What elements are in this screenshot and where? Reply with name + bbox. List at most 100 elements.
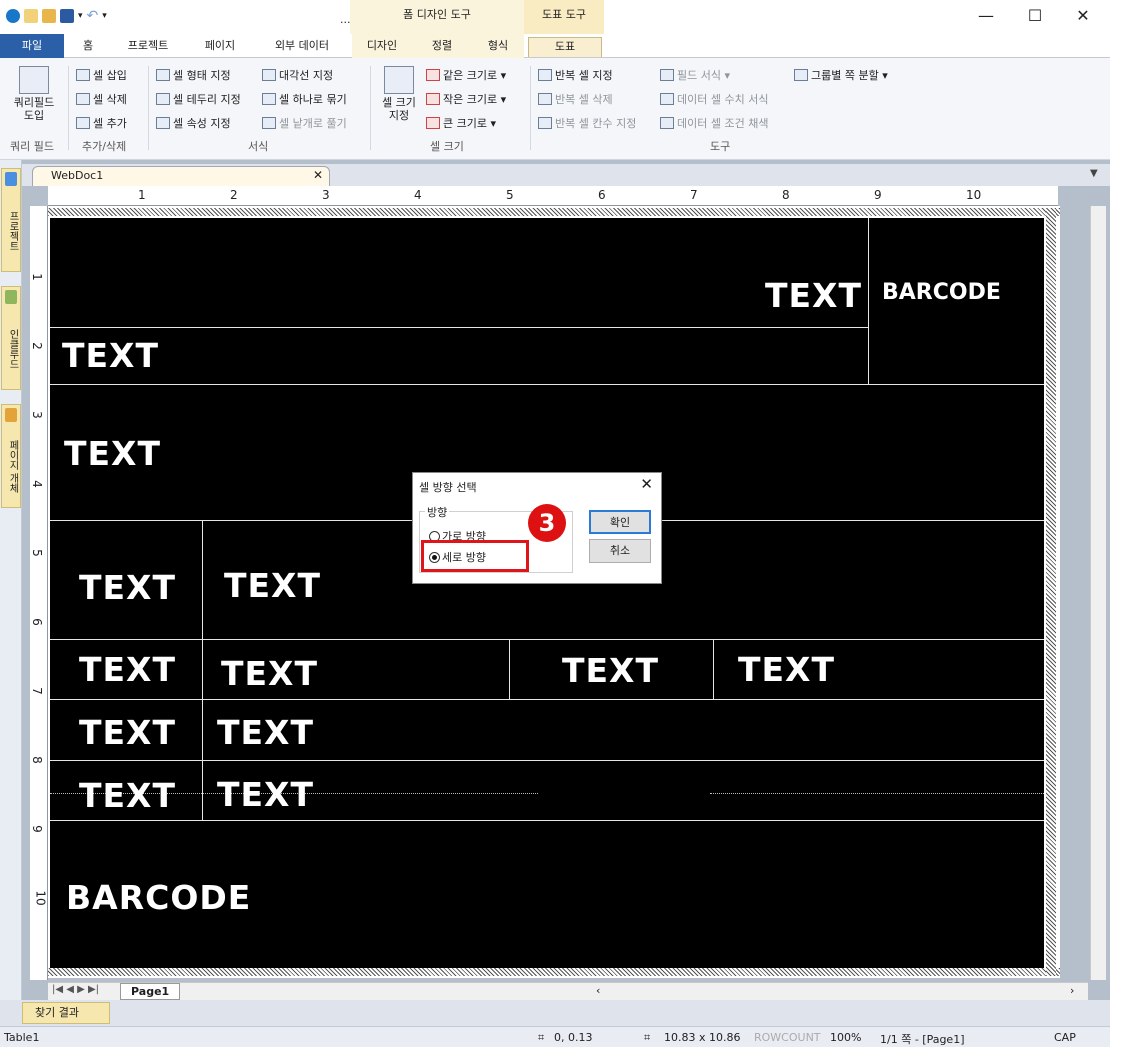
left-panel-bar: 프로젝트 인클루드 페이지 개체 — [0, 160, 22, 1000]
group-page-split-button[interactable]: 그룹별 쪽 분할 ▾ — [794, 67, 888, 83]
split-cells-icon — [262, 117, 276, 129]
page-tab[interactable]: Page1 — [120, 983, 181, 1000]
add-cell-button[interactable]: 셀 추가 — [76, 115, 127, 131]
ok-button[interactable]: 확인 — [589, 510, 651, 534]
page-nav-icons[interactable]: |◀ ◀ ▶ ▶| — [52, 984, 99, 995]
cell-text[interactable]: TEXT — [217, 713, 314, 752]
customize-toolbar-icon[interactable]: ▾ — [102, 11, 107, 21]
tab-file[interactable]: 파일 — [0, 34, 64, 58]
tab-page[interactable]: 페이지 — [192, 37, 248, 57]
grid-line — [509, 639, 510, 699]
cell-shape-button[interactable]: 셀 형태 지정 — [156, 67, 231, 83]
query-field-button[interactable]: 쿼리필드 도입 — [6, 66, 62, 122]
cell-text[interactable]: TEXT — [79, 776, 176, 815]
cell-barcode-large[interactable]: BARCODE — [66, 878, 251, 917]
repeat-count-label: 반복 셀 칸수 지정 — [555, 117, 637, 130]
close-document-icon[interactable]: ✕ — [313, 168, 323, 182]
open-folder-icon[interactable] — [42, 9, 56, 23]
dialog-close-icon[interactable]: ✕ — [640, 475, 653, 493]
table-canvas[interactable] — [50, 218, 1044, 968]
page-objects-icon — [5, 408, 17, 422]
conditional-color-button[interactable]: 데이터 셀 조건 채색 — [660, 115, 768, 131]
cell-text[interactable]: TEXT — [79, 650, 176, 689]
numeric-format-button[interactable]: 데이터 셀 수치 서식 — [660, 91, 768, 107]
minimize-icon[interactable]: — — [971, 6, 1001, 25]
cell-text[interactable]: TEXT — [79, 568, 176, 607]
panel-tab-page-objects[interactable]: 페이지 개체 — [1, 404, 21, 508]
delete-repeat-cell-button[interactable]: 반복 셀 삭제 — [538, 91, 613, 107]
cancel-button[interactable]: 취소 — [589, 539, 651, 563]
cell-text[interactable]: TEXT — [224, 566, 321, 605]
maximize-icon[interactable]: ☐ — [1020, 6, 1050, 25]
larger-size-button[interactable]: 큰 크기로 ▾ — [426, 115, 496, 131]
grid-line — [202, 520, 203, 820]
delete-cell-button[interactable]: 셀 삭제 — [76, 91, 127, 107]
cell-text[interactable]: TEXT — [79, 713, 176, 752]
grid-line — [50, 760, 1044, 761]
cell-text[interactable]: TEXT — [738, 650, 835, 689]
panel-tab-page-objects-label: 페이지 개체 — [7, 440, 18, 494]
save-icon[interactable] — [60, 9, 74, 23]
ribbon-separator — [530, 66, 531, 150]
same-size-label: 같은 크기로 ▾ — [443, 69, 507, 82]
grid-line — [50, 699, 1044, 700]
split-cells-button[interactable]: 셀 낱개로 풀기 — [262, 115, 347, 131]
status-zoom[interactable]: 100% — [830, 1031, 861, 1044]
status-page-info: 1/1 쪽 - [Page1] — [880, 1033, 965, 1046]
ruler-h-label: 6 — [598, 188, 606, 202]
highlight-box — [421, 540, 529, 572]
scroll-right-icon[interactable]: › — [1070, 984, 1074, 997]
document-tab[interactable]: WebDoc1 ✕ — [32, 166, 330, 186]
cell-property-button[interactable]: 셀 속성 지정 — [156, 115, 231, 131]
tab-design[interactable]: 디자인 — [352, 34, 412, 58]
tab-external-data[interactable]: 외부 데이터 — [262, 37, 342, 57]
insert-cell-button[interactable]: 셀 삽입 — [76, 67, 127, 83]
quick-access-toolbar: ▾ ↶ ▾ — [6, 8, 107, 24]
dotted-guide — [710, 793, 1044, 794]
split-cells-label: 셀 낱개로 풀기 — [279, 117, 347, 130]
smaller-size-button[interactable]: 작은 크기로 ▾ — [426, 91, 506, 107]
new-file-icon[interactable] — [24, 9, 38, 23]
panel-tab-project[interactable]: 프로젝트 — [1, 168, 21, 272]
cell-text[interactable]: TEXT — [765, 276, 862, 315]
field-format-button[interactable]: 필드 서식 ▾ — [660, 67, 730, 83]
horizontal-ruler: 1 2 3 4 5 6 7 8 9 10 — [48, 186, 1058, 206]
tab-chart[interactable]: 도표 — [528, 37, 602, 57]
repeat-count-button[interactable]: 반복 셀 칸수 지정 — [538, 115, 636, 131]
tab-align[interactable]: 정렬 — [412, 34, 472, 58]
tab-list-dropdown-icon[interactable]: ▼ — [1090, 168, 1098, 179]
cell-barcode[interactable]: BARCODE — [882, 280, 1001, 305]
ruler-v-label: 5 — [29, 549, 44, 557]
vertical-scrollbar[interactable] — [1090, 206, 1106, 980]
diagonal-button[interactable]: 대각선 지정 — [262, 67, 333, 83]
cell-border-button[interactable]: 셀 테두리 지정 — [156, 91, 241, 107]
page-right-border — [1046, 208, 1056, 976]
cell-text[interactable]: TEXT — [64, 434, 161, 473]
cell-property-label: 셀 속성 지정 — [173, 117, 231, 130]
same-size-button[interactable]: 같은 크기로 ▾ — [426, 67, 506, 83]
tab-format[interactable]: 형식 — [472, 34, 524, 58]
repeat-cell-button[interactable]: 반복 셀 지정 — [538, 67, 613, 83]
scroll-left-icon[interactable]: ‹ — [596, 984, 600, 997]
cell-text[interactable]: TEXT — [62, 336, 159, 375]
cell-size-button[interactable]: 셀 크기 지정 — [378, 66, 420, 122]
close-icon[interactable]: ✕ — [1068, 6, 1098, 25]
panel-tab-include[interactable]: 인클루드 — [1, 286, 21, 390]
save-dropdown-icon[interactable]: ▾ — [78, 11, 83, 21]
query-field-label-2: 도입 — [23, 109, 45, 122]
group-format: 서식 — [248, 140, 269, 153]
cell-text[interactable]: TEXT — [562, 651, 659, 690]
tab-home[interactable]: 홈 — [74, 37, 102, 57]
cell-text[interactable]: TEXT — [217, 775, 314, 814]
tab-project[interactable]: 프로젝트 — [116, 37, 180, 57]
horizontal-scrollbar[interactable]: |◀ ◀ ▶ ▶| Page1 ‹ › — [48, 982, 1088, 1000]
find-results-tab[interactable]: 찾기 결과 — [22, 1002, 110, 1024]
ribbon: 쿼리필드 도입 쿼리 필드 셀 삽입 셀 삭제 셀 추가 추가/삭제 셀 형태 … — [0, 58, 1110, 160]
context-group-chart-tools: 도표 도구 — [524, 0, 604, 34]
undo-icon[interactable]: ↶ — [87, 8, 99, 24]
status-caps: CAP — [1054, 1031, 1076, 1044]
cell-text[interactable]: TEXT — [221, 654, 318, 693]
query-field-label-1: 쿼리필드 — [13, 96, 55, 109]
diagonal-icon — [262, 69, 276, 81]
merge-cells-button[interactable]: 셀 하나로 묶기 — [262, 91, 347, 107]
